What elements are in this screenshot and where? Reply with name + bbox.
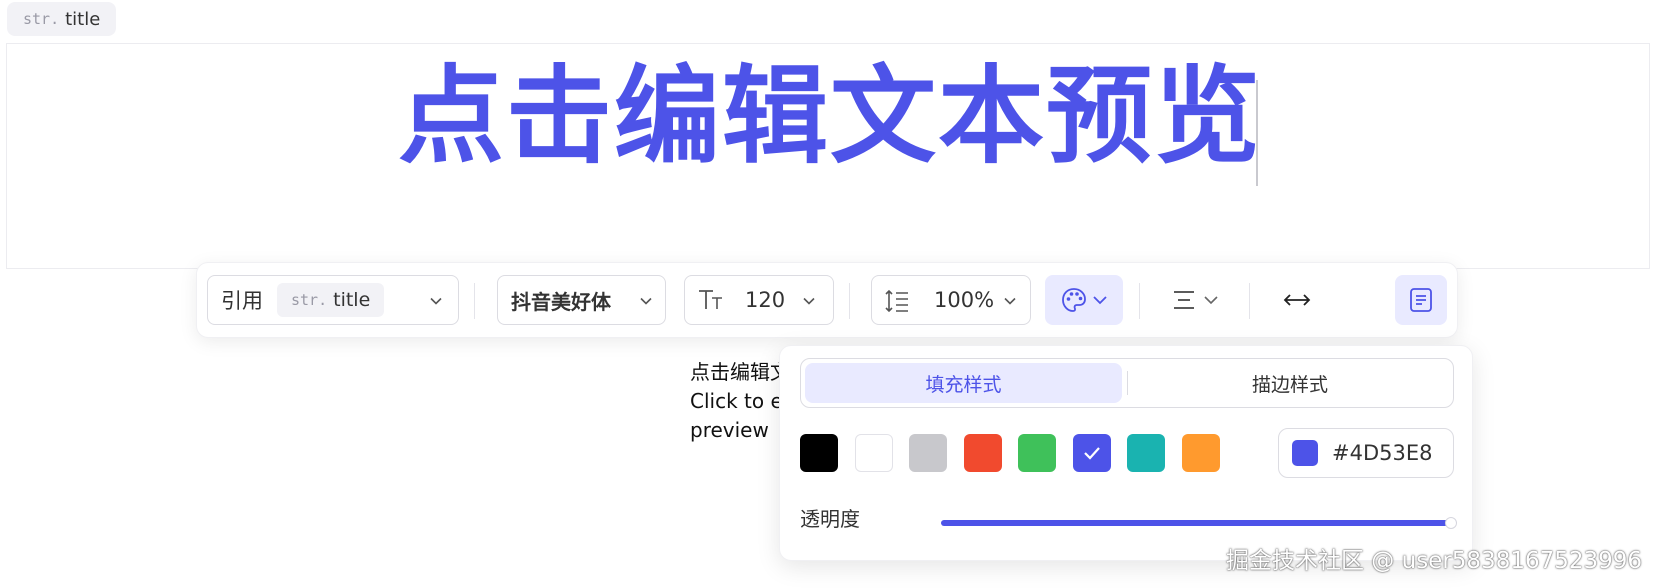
watermark: 掘金技术社区 @ user5838167523996 xyxy=(1226,548,1643,574)
canvas-text[interactable]: 点击编辑文本预览 xyxy=(398,52,1262,182)
line-height-select[interactable]: 100% xyxy=(871,275,1031,325)
font-select[interactable]: 抖音美好体 xyxy=(497,275,666,325)
chevron-down-icon xyxy=(1093,296,1107,305)
reference-label: 引用 xyxy=(221,289,263,313)
color-button[interactable] xyxy=(1045,275,1123,325)
preview-ghost-text: 点击编辑文 Click to e preview xyxy=(690,358,790,445)
color-panel: 填充样式 描边样式 #4D53E8 透明度 xyxy=(779,345,1473,561)
style-tabs: 填充样式 描边样式 xyxy=(800,358,1454,408)
chevron-down-icon xyxy=(1204,296,1218,305)
color-swatch[interactable] xyxy=(909,434,947,472)
param-name: title xyxy=(65,8,101,30)
ghost-line-1: 点击编辑文 xyxy=(690,360,790,384)
toolbar-divider xyxy=(1139,283,1140,319)
ghost-line-2: Click to e xyxy=(690,389,783,413)
palette-icon xyxy=(1062,288,1086,312)
opacity-slider-track[interactable] xyxy=(941,520,1448,526)
chevron-down-icon xyxy=(803,297,815,305)
align-button[interactable] xyxy=(1155,275,1235,325)
font-size-value: 120 xyxy=(745,288,786,312)
align-center-icon xyxy=(1174,291,1194,309)
reference-chip: str. title xyxy=(277,283,385,317)
chevron-down-icon xyxy=(1004,297,1016,305)
line-height-icon xyxy=(885,289,908,313)
font-size-select[interactable]: 120 xyxy=(684,275,834,325)
color-swatch[interactable] xyxy=(1072,434,1111,472)
color-swatch[interactable] xyxy=(854,434,893,472)
tab-divider xyxy=(1127,371,1128,395)
text-toolbar: 引用 str. title 抖音美好体 120 100% xyxy=(196,262,1458,338)
param-tag[interactable]: str. title xyxy=(7,2,117,36)
text-caret xyxy=(1256,80,1258,186)
toolbar-divider xyxy=(474,283,475,319)
chevron-down-icon xyxy=(430,297,442,305)
text-layout-button[interactable] xyxy=(1395,275,1447,325)
reference-select[interactable]: 引用 str. title xyxy=(207,275,459,325)
param-type: str. xyxy=(23,10,60,28)
hex-value: #4D53E8 xyxy=(1332,441,1433,465)
tab-stroke-style[interactable]: 描边样式 xyxy=(1129,363,1451,403)
tab-fill-style[interactable]: 填充样式 xyxy=(805,363,1122,403)
hex-input[interactable]: #4D53E8 xyxy=(1278,428,1454,478)
color-swatch[interactable] xyxy=(1018,434,1056,472)
arrows-horizontal-icon xyxy=(1283,294,1311,306)
color-swatch[interactable] xyxy=(1127,434,1165,472)
color-swatch[interactable] xyxy=(1181,434,1220,472)
font-value: 抖音美好体 xyxy=(511,289,611,314)
toolbar-divider xyxy=(1249,283,1250,319)
width-button[interactable] xyxy=(1265,275,1329,325)
line-height-value: 100% xyxy=(934,288,995,312)
color-swatch[interactable] xyxy=(963,434,1002,472)
ghost-line-3: preview xyxy=(690,418,769,442)
chevron-down-icon xyxy=(640,297,652,305)
reference-chip-name: title xyxy=(333,289,371,311)
opacity-label: 透明度 xyxy=(800,507,860,531)
check-icon xyxy=(1083,447,1100,460)
opacity-slider-thumb[interactable] xyxy=(1445,517,1457,529)
reference-chip-type: str. xyxy=(291,291,328,309)
font-size-icon xyxy=(699,290,722,309)
color-swatch[interactable] xyxy=(800,434,838,472)
text-block-icon xyxy=(1410,288,1432,312)
current-color-dot xyxy=(1292,440,1318,466)
toolbar-divider xyxy=(849,283,850,319)
